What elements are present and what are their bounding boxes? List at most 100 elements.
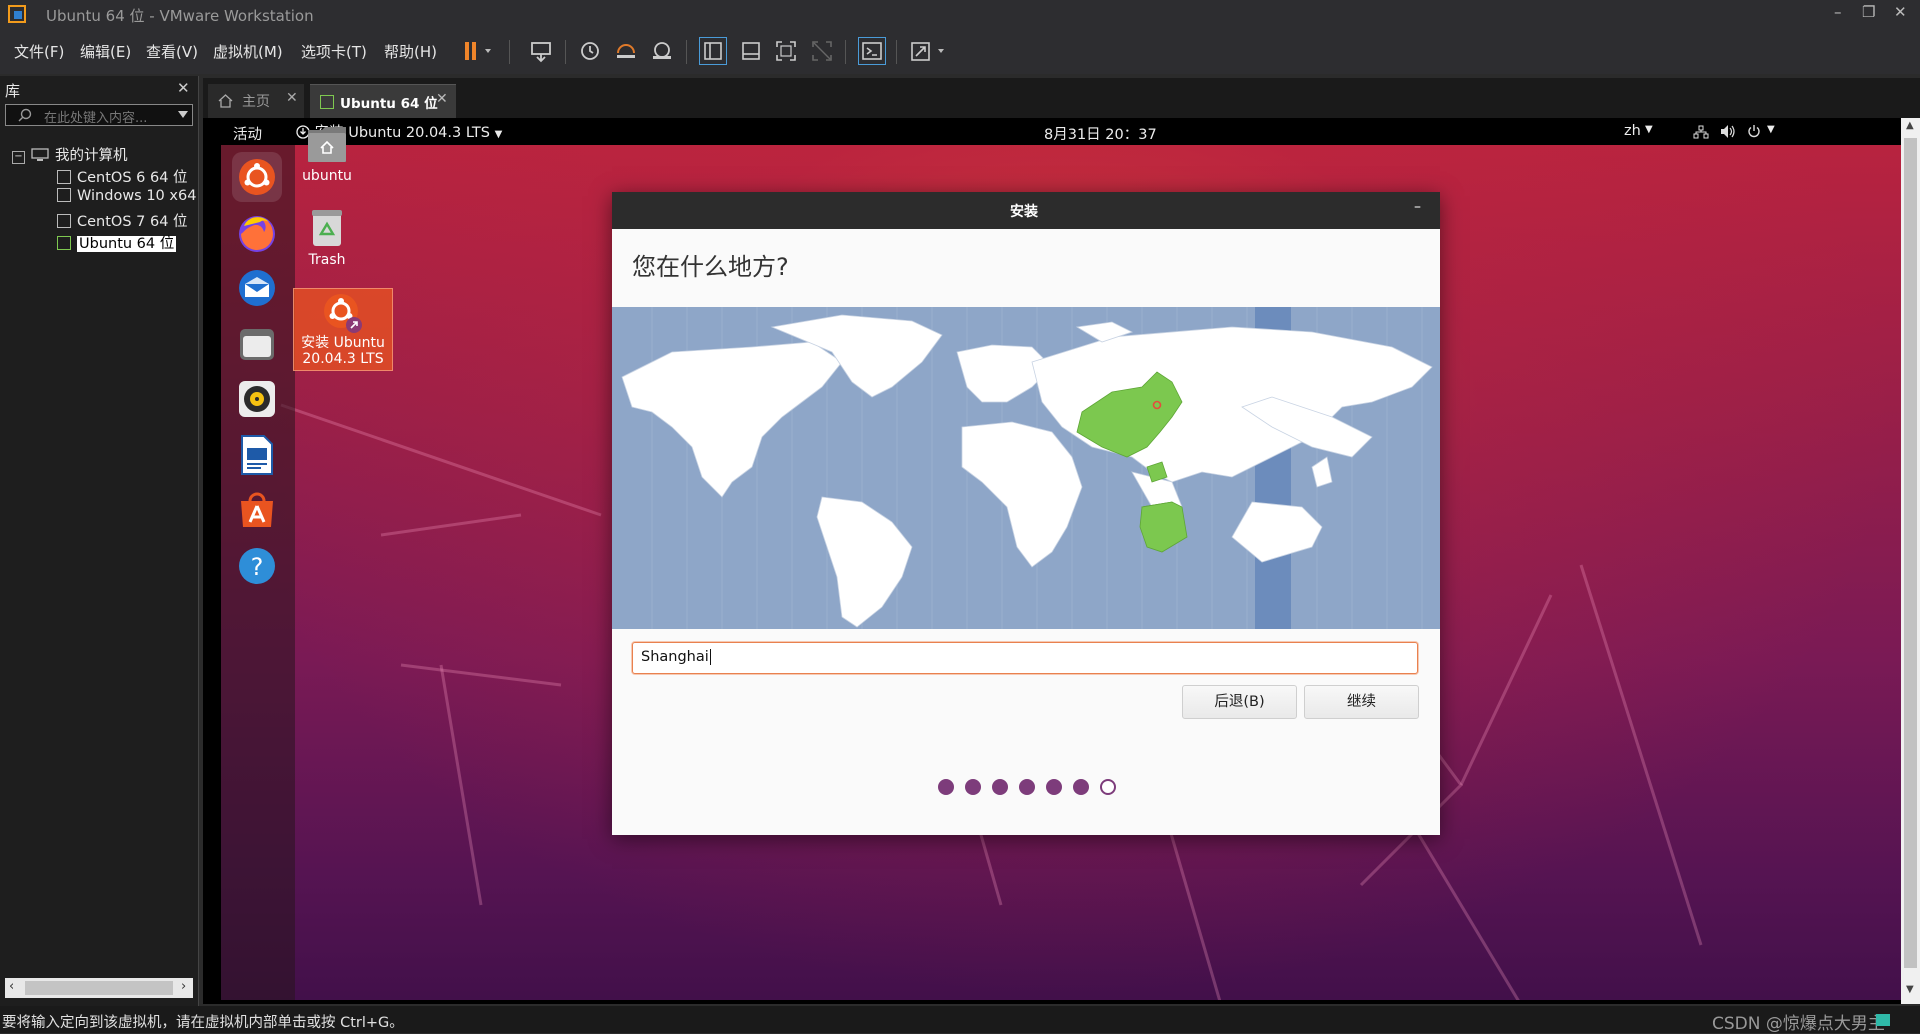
show-library-button[interactable] [699,37,727,65]
tab-home-label: 主页 [242,94,270,110]
svg-text:?: ? [251,553,264,581]
tree-root-my-computer[interactable]: − 我的计算机 [12,144,128,165]
computer-icon [31,148,49,161]
library-search-placeholder: 在此处键入内容... [44,111,148,126]
menu-vm[interactable]: 虚拟机(M) [213,41,283,62]
thunderbird-icon [239,270,275,306]
chevron-down-icon[interactable] [178,111,188,119]
snapshot-button[interactable] [576,37,604,65]
progress-dot-completed [1073,779,1089,795]
chevron-down-icon: ▼ [1645,124,1653,135]
timezone-value: Shanghai [641,649,709,665]
network-icon[interactable] [1693,125,1709,139]
vm-vertical-scrollbar[interactable]: ▲ ▼ [1901,118,1920,1004]
power-icon[interactable] [1747,124,1761,138]
dialog-minimize-button[interactable]: – [1414,199,1421,215]
thumbnail-bar-button[interactable] [737,37,765,65]
dialog-title: 安装 [1010,204,1038,220]
dock-rhythmbox[interactable] [232,374,282,424]
unity-mode-button[interactable] [808,37,836,65]
snapshot-manager-icon [653,42,671,59]
progress-dot-completed [1019,779,1035,795]
dialog-header: 安装 – [612,192,1440,229]
close-window-button[interactable]: ✕ [1894,3,1907,21]
tab-home-close-icon[interactable]: ✕ [286,90,298,106]
vm-running-icon [320,95,334,109]
scroll-left-icon[interactable]: ‹ [9,979,14,994]
continue-button[interactable]: 继续 [1304,685,1419,719]
vm-icon [57,188,71,202]
console-view-button[interactable] [858,37,886,65]
library-close-button[interactable]: ✕ [177,79,190,97]
stretch-guest-button[interactable] [908,37,952,65]
vm-running-icon [57,236,71,250]
tab-ubuntu[interactable]: Ubuntu 64 位 ✕ [310,84,456,118]
rhythmbox-icon [239,381,275,417]
clock[interactable]: 8月31日 20：37 [1044,123,1157,144]
terminal-icon [862,42,882,60]
scrollbar-thumb[interactable] [25,981,173,995]
dock-software[interactable] [232,485,282,535]
watermark: CSDN @惊爆点大男主 [1712,1014,1885,1034]
activities-button[interactable]: 活动 [233,123,262,144]
menu-tabs[interactable]: 选项卡(T) [301,41,367,62]
desktop-icon-label: ubuntu [302,168,352,184]
vm-icon [57,214,71,228]
tab-home[interactable]: 主页 ✕ [208,84,304,118]
search-icon [18,108,32,122]
tree-vm-centos7[interactable]: CentOS 7 64 位 [57,210,188,231]
dock-help[interactable]: ? [232,541,282,591]
home-icon [218,94,233,108]
volume-icon[interactable] [1720,124,1736,139]
back-button[interactable]: 后退(B) [1182,685,1297,719]
library-panel: 库 ✕ 在此处键入内容... − 我的计算机 CentOS 6 64 位 Wind… [0,76,199,1006]
menu-help[interactable]: 帮助(H) [384,41,437,62]
revert-snapshot-button[interactable] [612,37,640,65]
scroll-right-icon[interactable]: › [181,979,186,994]
timezone-map[interactable] [612,307,1440,629]
toolbar-separator [896,40,897,64]
gnome-top-bar: 活动 安装 Ubuntu 20.04.3 LTS ▼ 8月31日 20：37 z… [221,118,1901,145]
language-indicator[interactable]: zh [1624,123,1641,139]
desktop-icon-home[interactable]: ubuntu [288,124,366,184]
scrollbar-thumb[interactable] [1904,138,1917,968]
minimize-window-button[interactable]: – [1834,3,1842,21]
menu-view[interactable]: 查看(V) [146,41,198,62]
scroll-down-icon[interactable]: ▼ [1906,984,1914,995]
full-screen-button[interactable] [772,37,800,65]
dock-files[interactable] [232,319,282,369]
toolbar-separator [565,40,566,64]
restore-window-button[interactable]: ❐ [1862,3,1875,21]
vm-display[interactable]: 活动 安装 Ubuntu 20.04.3 LTS ▼ 8月31日 20：37 z… [203,118,1901,1004]
dock-writer[interactable] [232,430,282,480]
library-horizontal-scrollbar[interactable]: ‹ › [5,978,193,998]
files-icon [240,329,274,360]
collapse-toggle-icon[interactable]: − [12,151,25,164]
tree-vm-ubuntu[interactable]: Ubuntu 64 位 [57,232,177,253]
menu-file[interactable]: 文件(F) [14,41,64,62]
library-title: 库 [5,82,21,100]
send-ctrl-alt-del-button[interactable] [527,37,555,65]
dock-thunderbird[interactable] [232,263,282,313]
computer-arrow-icon [531,42,551,63]
vmware-logo-icon [8,5,26,23]
suspend-button[interactable] [458,37,498,65]
dock-installer[interactable] [232,152,282,202]
snapshot-clock-icon [581,42,599,60]
tree-vm-windows10[interactable]: Windows 10 x64 [57,188,197,204]
scroll-up-icon[interactable]: ▲ [1906,120,1914,131]
desktop-icon-install-ubuntu[interactable]: 安装 Ubuntu 20.04.3 LTS [293,288,393,371]
tree-vm-centos6[interactable]: CentOS 6 64 位 [57,166,188,187]
world-map [621,307,1433,629]
snapshot-manager-button[interactable] [648,37,676,65]
desktop-icon-trash[interactable]: Trash [288,208,366,268]
tab-ubuntu-close-icon[interactable]: ✕ [436,91,448,107]
library-search-input[interactable]: 在此处键入内容... [5,104,193,126]
text-cursor [709,649,711,665]
dock-firefox[interactable] [232,208,282,258]
chevron-down-icon[interactable]: ▼ [1767,124,1775,135]
timezone-input[interactable]: Shanghai [632,642,1418,674]
stretch-icon [911,42,944,61]
menu-edit[interactable]: 编辑(E) [80,41,131,62]
vm-status-icon[interactable] [1874,1011,1892,1029]
